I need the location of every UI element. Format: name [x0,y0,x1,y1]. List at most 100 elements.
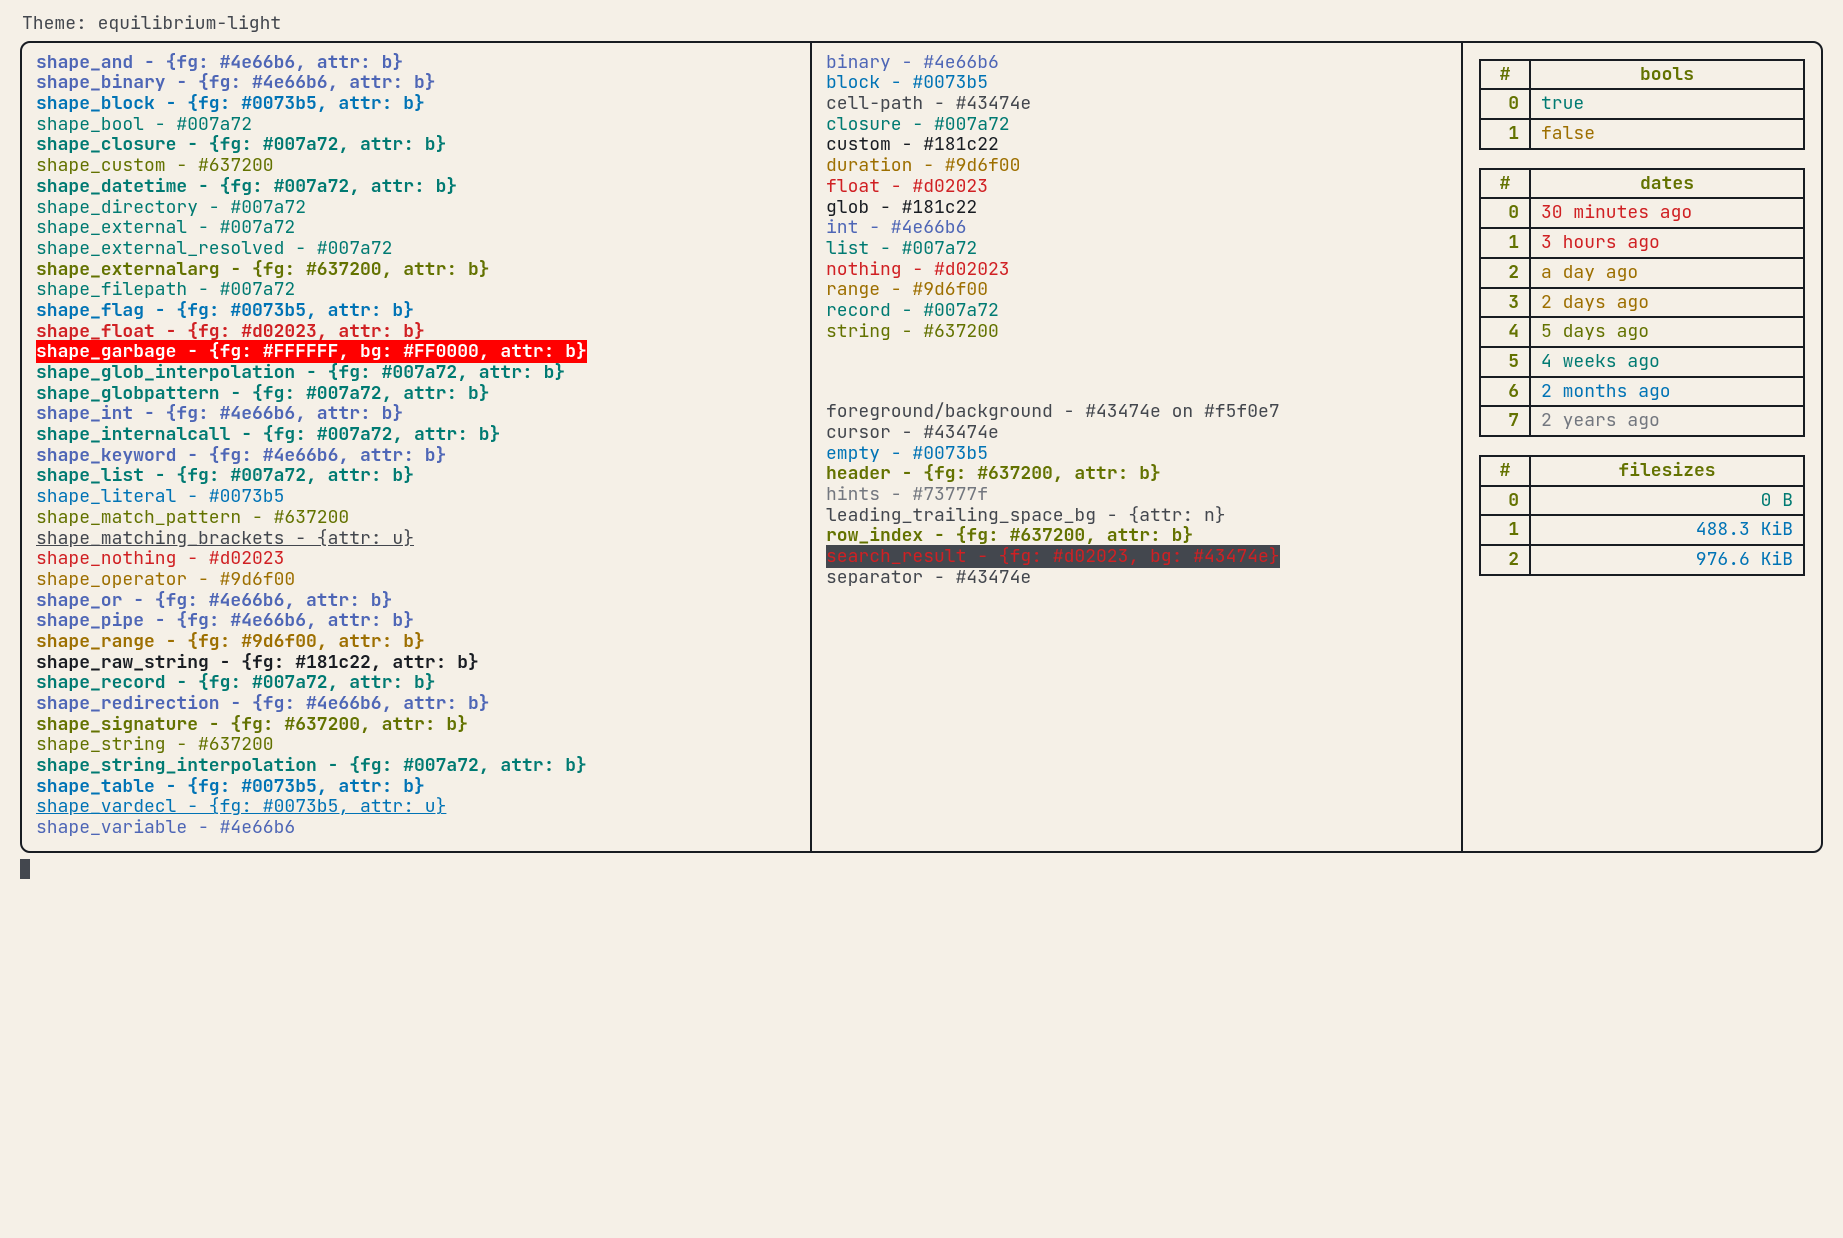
table-row: 62 months ago [1480,377,1804,407]
shapes-entry: shape_directory - #007a72 [36,196,306,219]
row-index: 0 [1480,486,1530,516]
shapes-row: shape_redirection - {fg: #4e66b6, attr: … [36,694,796,715]
dates-value: 4 weeks ago [1530,347,1804,377]
misc-entry: row_index - {fg: #637200, attr: b} [826,524,1193,547]
shapes-entry: shape_internalcall - {fg: #007a72, attr:… [36,423,500,446]
cursor-block [20,859,30,879]
shapes-entry: shape_block - {fg: #0073b5, attr: b} [36,92,425,115]
shapes-row: shape_record - {fg: #007a72, attr: b} [36,673,796,694]
misc-entry: search_result - {fg: #d02023, bg: #43474… [826,545,1280,568]
shapes-row: shape_and - {fg: #4e66b6, attr: b} [36,53,796,74]
row-index: 5 [1480,347,1530,377]
shapes-row: shape_variable - #4e66b6 [36,818,796,839]
theme-title: Theme: equilibrium-light [22,14,1823,35]
misc-row: separator - #43474e [826,568,1447,589]
dates-value: a day ago [1530,258,1804,288]
shapes-row: shape_literal - #0073b5 [36,487,796,508]
shapes-row: shape_filepath - #007a72 [36,280,796,301]
shapes-entry: shape_externalarg - {fg: #637200, attr: … [36,258,490,281]
col-header-index: # [1480,169,1530,199]
types-row: nothing - #d02023 [826,260,1447,281]
table-row: 1488.3 KiB [1480,515,1804,545]
row-index: 7 [1480,406,1530,436]
types-row: binary - #4e66b6 [826,53,1447,74]
shapes-row: shape_int - {fg: #4e66b6, attr: b} [36,404,796,425]
shapes-entry: shape_list - {fg: #007a72, attr: b} [36,464,414,487]
shapes-entry: shape_string_interpolation - {fg: #007a7… [36,754,587,777]
table-row: 0true [1480,89,1804,119]
shapes-entry: shape_vardecl - {fg: #0073b5, attr: u} [36,795,446,818]
shapes-row: shape_custom - #637200 [36,156,796,177]
row-index: 2 [1480,258,1530,288]
dates-value: 2 months ago [1530,377,1804,407]
misc-entry: cursor - #43474e [826,421,999,444]
bools-value: false [1530,119,1804,149]
table-row: 72 years ago [1480,406,1804,436]
types-row: range - #9d6f00 [826,280,1447,301]
filesizes-value: 976.6 KiB [1530,545,1804,575]
misc-entry: hints - #73777f [826,483,988,506]
shapes-row: shape_vardecl - {fg: #0073b5, attr: u} [36,797,796,818]
shapes-row: shape_table - {fg: #0073b5, attr: b} [36,777,796,798]
shapes-entry: shape_raw_string - {fg: #181c22, attr: b… [36,651,479,674]
table-row: 2976.6 KiB [1480,545,1804,575]
row-index: 1 [1480,515,1530,545]
misc-row: search_result - {fg: #d02023, bg: #43474… [826,547,1447,568]
misc-entry: empty - #0073b5 [826,442,988,465]
shapes-entry: shape_matching_brackets - {attr: u} [36,527,414,550]
table-row: 1false [1480,119,1804,149]
shapes-entry: shape_globpattern - {fg: #007a72, attr: … [36,382,490,405]
shapes-row: shape_match_pattern - #637200 [36,508,796,529]
types-row: closure - #007a72 [826,115,1447,136]
types-entry: glob - #181c22 [826,196,977,219]
misc-row: cursor - #43474e [826,423,1447,444]
types-entry: cell-path - #43474e [826,92,1031,115]
dates-table: #dates030 minutes ago13 hours ago2a day … [1479,168,1805,437]
types-row: block - #0073b5 [826,73,1447,94]
shapes-entry: shape_bool - #007a72 [36,113,252,136]
misc-row: empty - #0073b5 [826,444,1447,465]
shapes-entry: shape_flag - {fg: #0073b5, attr: b} [36,299,414,322]
types-row: int - #4e66b6 [826,218,1447,239]
shapes-row: shape_pipe - {fg: #4e66b6, attr: b} [36,611,796,632]
shapes-row: shape_globpattern - {fg: #007a72, attr: … [36,384,796,405]
shapes-entry: shape_string - #637200 [36,733,274,756]
col-header-dates: dates [1530,169,1804,199]
misc-entry: leading_trailing_space_bg - {attr: n} [826,504,1226,527]
table-row: 030 minutes ago [1480,198,1804,228]
shapes-entry: shape_keyword - {fg: #4e66b6, attr: b} [36,444,446,467]
table-row: 54 weeks ago [1480,347,1804,377]
types-entry: float - #d02023 [826,175,988,198]
types-row: record - #007a72 [826,301,1447,322]
types-entry: binary - #4e66b6 [826,51,999,74]
shapes-entry: shape_int - {fg: #4e66b6, attr: b} [36,402,403,425]
shapes-entry: shape_binary - {fg: #4e66b6, attr: b} [36,71,436,94]
shapes-row: shape_float - {fg: #d02023, attr: b} [36,322,796,343]
shapes-row: shape_external_resolved - #007a72 [36,239,796,260]
tables-column: #bools0true1false #dates030 minutes ago1… [1463,43,1821,851]
filesizes-value: 0 B [1530,486,1804,516]
col-header-bools: bools [1530,60,1804,90]
misc-entry: header - {fg: #637200, attr: b} [826,462,1161,485]
filesizes-value: 488.3 KiB [1530,515,1804,545]
shapes-row: shape_external - #007a72 [36,218,796,239]
dates-value: 3 hours ago [1530,228,1804,258]
dates-value: 2 years ago [1530,406,1804,436]
shapes-entry: shape_float - {fg: #d02023, attr: b} [36,320,425,343]
misc-row: leading_trailing_space_bg - {attr: n} [826,506,1447,527]
shapes-entry: shape_datetime - {fg: #007a72, attr: b} [36,175,457,198]
shapes-entry: shape_filepath - #007a72 [36,278,295,301]
shapes-entry: shape_glob_interpolation - {fg: #007a72,… [36,361,565,384]
table-row: 2a day ago [1480,258,1804,288]
shapes-row: shape_internalcall - {fg: #007a72, attr:… [36,425,796,446]
shapes-row: shape_closure - {fg: #007a72, attr: b} [36,135,796,156]
theme-preview-panel: shape_and - {fg: #4e66b6, attr: b}shape_… [20,41,1823,853]
shapes-entry: shape_pipe - {fg: #4e66b6, attr: b} [36,609,414,632]
shapes-row: shape_string_interpolation - {fg: #007a7… [36,756,796,777]
shapes-entry: shape_match_pattern - #637200 [36,506,349,529]
misc-row: hints - #73777f [826,485,1447,506]
types-column: binary - #4e66b6block - #0073b5cell-path… [812,43,1463,851]
types-entry: block - #0073b5 [826,71,988,94]
types-row: float - #d02023 [826,177,1447,198]
row-index: 0 [1480,89,1530,119]
